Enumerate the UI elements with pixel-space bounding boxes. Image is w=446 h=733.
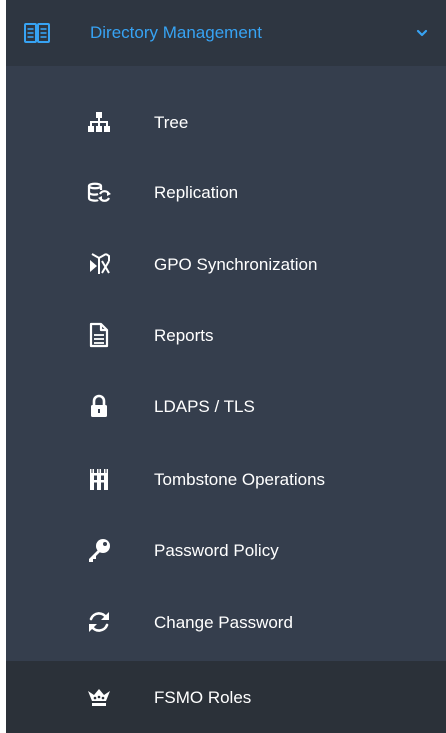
menu-item-label: Tree	[154, 113, 189, 132]
crown-icon	[88, 689, 110, 706]
menu-item-label: GPO Synchronization	[154, 255, 318, 274]
menu-item-tree[interactable]: Tree	[6, 86, 446, 158]
directory-management-label: Directory Management	[90, 23, 262, 42]
menu-item-label: LDAPS / TLS	[154, 397, 255, 416]
gpo-sync-icon	[90, 253, 110, 274]
menu-item-label: Replication	[154, 183, 239, 202]
menu-item-password-policy[interactable]: Password Policy	[6, 514, 446, 586]
key-icon	[89, 539, 110, 562]
menu-item-label: Tombstone Operations	[154, 470, 326, 489]
menu-item-reports[interactable]: Reports	[6, 299, 446, 371]
tombstone-icon	[90, 469, 108, 490]
menu-item-gpo-synchronization[interactable]: GPO Synchronization	[6, 228, 446, 300]
menu-item-ldaps-tls[interactable]: LDAPS / TLS	[6, 370, 446, 442]
chevron-down-icon[interactable]	[415, 27, 429, 39]
menu-item-label: Change Password	[154, 613, 293, 632]
menu-item-label: Reports	[154, 326, 214, 345]
menu-item-label: Password Policy	[154, 541, 279, 560]
document-icon	[89, 322, 109, 348]
directory-management-header[interactable]: Directory Management	[6, 0, 446, 66]
menu-item-label: FSMO Roles	[154, 688, 252, 707]
book-icon	[24, 23, 50, 43]
lock-icon	[91, 394, 107, 417]
menu-item-change-password[interactable]: Change Password	[6, 586, 446, 658]
sync-arrows-icon	[89, 612, 109, 632]
menu-item-tombstone-operations[interactable]: Tombstone Operations	[6, 443, 446, 515]
menu-item-replication[interactable]: Replication	[6, 156, 446, 228]
database-sync-icon	[87, 182, 111, 202]
sidebar-menu: Directory Management Tree Replication GP…	[6, 0, 446, 733]
sitemap-icon	[88, 112, 110, 132]
menu-item-fsmo-roles[interactable]: FSMO Roles	[6, 661, 446, 733]
